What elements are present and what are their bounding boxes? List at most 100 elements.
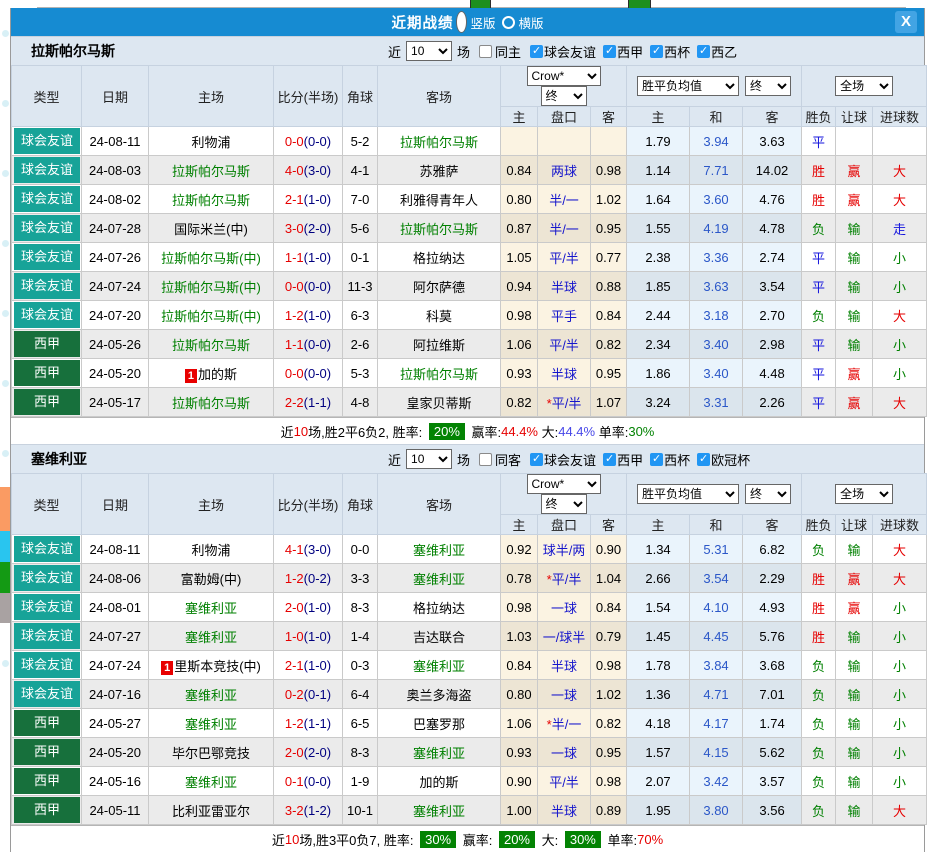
table-header: 类型 日期 主场 比分(半场) 角球 客场 Crow*终 胜平负均值终 全场 主… xyxy=(12,66,927,127)
radio-horizontal-label[interactable]: 横版 xyxy=(519,13,544,32)
away-team: 拉斯帕尔马斯 xyxy=(378,359,501,388)
fullmatch-select[interactable]: 全场 xyxy=(835,76,893,96)
odds-group-header: Crow*终 xyxy=(501,474,627,515)
odds-source-select[interactable]: Crow* xyxy=(527,474,601,494)
score-cell: 2-0(1-0) xyxy=(274,593,343,622)
home-odds: 0.92 xyxy=(501,535,538,564)
league-filter-label[interactable]: 西杯 xyxy=(664,42,690,61)
handicap: 半球 xyxy=(538,359,591,388)
mean-final-select[interactable]: 终 xyxy=(745,76,791,96)
checkbox-checked-icon[interactable]: ✓ xyxy=(650,45,663,58)
corner-score: 6-5 xyxy=(343,709,378,738)
col-header-mean-home: 主 xyxy=(627,107,690,127)
handicap: 两球 xyxy=(538,156,591,185)
checkbox-unchecked-icon[interactable] xyxy=(479,453,492,466)
handicap: 一球 xyxy=(538,738,591,767)
col-header-result: 胜负 xyxy=(802,107,836,127)
background-fragment xyxy=(470,0,491,8)
home-odds: 0.87 xyxy=(501,214,538,243)
mean-select[interactable]: 胜平负均值 xyxy=(637,76,739,96)
league-filter-label[interactable]: 欧冠杯 xyxy=(711,450,750,469)
handicap-result: 输 xyxy=(836,767,873,796)
fulltime-score: 3-0 xyxy=(285,221,304,236)
league-filter-label[interactable]: 球会友谊 xyxy=(544,450,596,469)
summary-segment: 20% xyxy=(499,831,535,848)
mean-away-odds: 2.98 xyxy=(743,330,802,359)
result: 平 xyxy=(802,243,836,272)
away-team: 阿拉维斯 xyxy=(378,330,501,359)
away-team: 塞维利亚 xyxy=(378,738,501,767)
match-row: 西甲24-05-17拉斯帕尔马斯2-2(1-1)4-8皇家贝蒂斯0.82*平/半… xyxy=(12,388,927,417)
same-venue-label[interactable]: 同主 xyxy=(495,42,521,61)
corner-score: 7-0 xyxy=(343,185,378,214)
league-filter-label[interactable]: 西甲 xyxy=(617,450,643,469)
league-filter-label[interactable]: 球会友谊 xyxy=(544,42,596,61)
match-type-badge: 球会友谊 xyxy=(14,215,80,241)
goals-result: 大 xyxy=(873,388,927,417)
checkbox-checked-icon[interactable]: ✓ xyxy=(697,453,710,466)
match-type-badge: 球会友谊 xyxy=(14,594,80,620)
score-cell: 2-1(1-0) xyxy=(274,185,343,214)
rank-badge: 1 xyxy=(161,661,173,675)
background-fragment xyxy=(0,562,10,593)
summary-segment: 44.4% xyxy=(501,424,538,439)
mean-select[interactable]: 胜平负均值 xyxy=(637,484,739,504)
checkbox-checked-icon[interactable]: ✓ xyxy=(530,453,543,466)
mean-away-odds: 4.76 xyxy=(743,185,802,214)
result: 胜 xyxy=(802,564,836,593)
radio-vertical-selected-icon[interactable] xyxy=(456,11,467,33)
result: 胜 xyxy=(802,593,836,622)
mean-group-header: 胜平负均值终 xyxy=(627,474,802,515)
handicap-result: 赢 xyxy=(836,564,873,593)
league-filter-label[interactable]: 西杯 xyxy=(664,450,690,469)
checkbox-checked-icon[interactable]: ✓ xyxy=(530,45,543,58)
close-icon[interactable]: X xyxy=(895,11,917,33)
league-filter-label[interactable]: 西甲 xyxy=(617,42,643,61)
section-team-name: 拉斯帕尔马斯 xyxy=(31,41,115,61)
checkbox-checked-icon[interactable]: ✓ xyxy=(650,453,663,466)
mean-away-odds: 3.57 xyxy=(743,767,802,796)
odds-final-select[interactable]: 终 xyxy=(541,494,587,514)
checkbox-checked-icon[interactable]: ✓ xyxy=(697,45,710,58)
handicap-text: 平/半 xyxy=(549,338,579,353)
radio-horizontal-icon[interactable] xyxy=(502,16,515,29)
away-team: 塞维利亚 xyxy=(378,796,501,825)
mean-away-odds: 4.93 xyxy=(743,593,802,622)
odds-source-select[interactable]: Crow* xyxy=(527,66,601,86)
checkbox-checked-icon[interactable]: ✓ xyxy=(603,453,616,466)
home-team-name: 拉斯帕尔马斯(中) xyxy=(161,251,261,266)
score-cell: 0-0(0-0) xyxy=(274,359,343,388)
home-team: 富勒姆(中) xyxy=(149,564,274,593)
checkbox-unchecked-icon[interactable] xyxy=(479,45,492,58)
league-filter-label[interactable]: 西乙 xyxy=(711,42,737,61)
halftime-score: (1-1) xyxy=(304,395,331,410)
away-team-name: 苏雅萨 xyxy=(419,164,458,179)
match-type-badge: 西甲 xyxy=(14,360,80,386)
col-header-odds-home: 主 xyxy=(501,515,538,535)
score-cell: 2-2(1-1) xyxy=(274,388,343,417)
match-date: 24-08-01 xyxy=(82,593,149,622)
games-count-select[interactable]: 10 xyxy=(406,449,452,469)
handicap-text: 一球 xyxy=(551,688,577,703)
mean-home-odds: 1.36 xyxy=(627,680,690,709)
mean-final-select[interactable]: 终 xyxy=(745,484,791,504)
result-group-header: 全场 xyxy=(802,66,927,107)
home-team: 国际米兰(中) xyxy=(149,214,274,243)
fullmatch-select[interactable]: 全场 xyxy=(835,484,893,504)
same-venue-label[interactable]: 同客 xyxy=(495,450,521,469)
handicap-text: 半球 xyxy=(551,280,577,295)
summary-segment: 单率: xyxy=(595,422,628,441)
mean-home-odds: 1.57 xyxy=(627,738,690,767)
handicap: *半/一 xyxy=(538,709,591,738)
radio-vertical-label[interactable]: 竖版 xyxy=(470,13,495,32)
away-team-name: 奥兰多海盗 xyxy=(406,688,471,703)
panel-titlebar: 近期战绩 竖版 横版 X xyxy=(11,8,924,36)
goals-result: 大 xyxy=(873,301,927,330)
odds-final-select[interactable]: 终 xyxy=(541,86,587,106)
summary-segment: 44.4% xyxy=(558,424,595,439)
away-team-name: 阿尔萨德 xyxy=(413,280,465,295)
games-count-select[interactable]: 10 xyxy=(406,41,452,61)
home-odds: 0.84 xyxy=(501,156,538,185)
checkbox-checked-icon[interactable]: ✓ xyxy=(603,45,616,58)
halftime-score: (0-0) xyxy=(304,366,331,381)
